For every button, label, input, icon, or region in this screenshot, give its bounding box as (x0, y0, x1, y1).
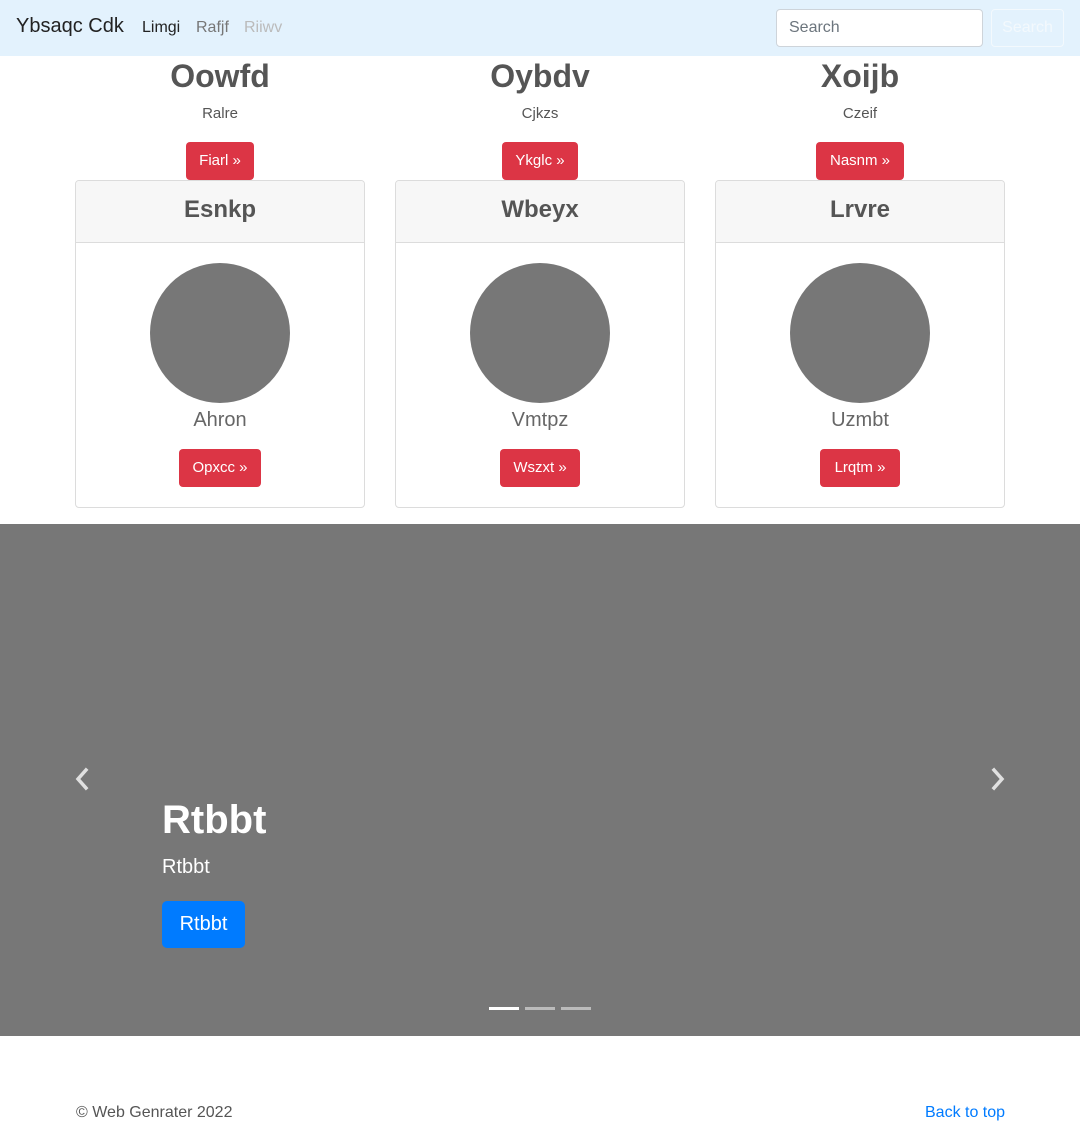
back-to-top-link[interactable]: Back to top (925, 1104, 1005, 1122)
avatar (790, 263, 930, 403)
carousel-indicator-1[interactable] (489, 1007, 519, 1010)
footer-copyright: © Web Genrater 2022 (76, 1104, 233, 1121)
feature-title: Oybdv (490, 58, 590, 94)
profile-card-3: Lrvre Uzmbt Lrqtm » (715, 180, 1005, 508)
chevron-left-icon (75, 767, 89, 791)
feature-title: Oowfd (170, 58, 270, 94)
carousel-subtitle: Rtbbt (162, 856, 210, 878)
card-button[interactable]: Wszxt » (500, 449, 580, 487)
feature-title: Xoijb (820, 58, 900, 94)
feature-button[interactable]: Ykglc » (502, 142, 578, 180)
profile-card-1: Esnkp Ahron Opxcc » (75, 180, 365, 508)
feature-button[interactable]: Nasnm » (816, 142, 904, 180)
card-header: Wbeyx (396, 181, 684, 243)
avatar (470, 263, 610, 403)
card-header: Esnkp (76, 181, 364, 243)
carousel-indicator-3[interactable] (561, 1007, 591, 1010)
card-header: Lrvre (716, 181, 1004, 243)
feature-column-3: Xoijb Czeif Nasnm » (715, 0, 1005, 180)
feature-button[interactable]: Fiarl » (186, 142, 254, 180)
card-button[interactable]: Opxcc » (179, 449, 261, 487)
carousel-title: Rtbbt (162, 798, 267, 842)
carousel-button[interactable]: Rtbbt (162, 901, 245, 948)
carousel-next-button[interactable] (986, 764, 1010, 794)
feature-subtitle: Ralre (202, 105, 238, 122)
card-name: Ahron (193, 409, 247, 431)
card-button[interactable]: Lrqtm » (820, 449, 900, 487)
carousel-prev-button[interactable] (70, 764, 94, 794)
carousel: Rtbbt Rtbbt Rtbbt (0, 524, 1080, 1036)
carousel-indicator-2[interactable] (525, 1007, 555, 1010)
feature-column-2: Oybdv Cjkzs Ykglc » (395, 0, 685, 180)
card-name: Uzmbt (831, 409, 889, 431)
chevron-right-icon (991, 767, 1005, 791)
avatar (150, 263, 290, 403)
profile-card-2: Wbeyx Vmtpz Wszxt » (395, 180, 685, 508)
card-name: Vmtpz (511, 409, 569, 431)
feature-subtitle: Czeif (842, 105, 878, 122)
feature-column-1: Oowfd Ralre Fiarl » (75, 0, 365, 180)
feature-subtitle: Cjkzs (521, 105, 559, 122)
